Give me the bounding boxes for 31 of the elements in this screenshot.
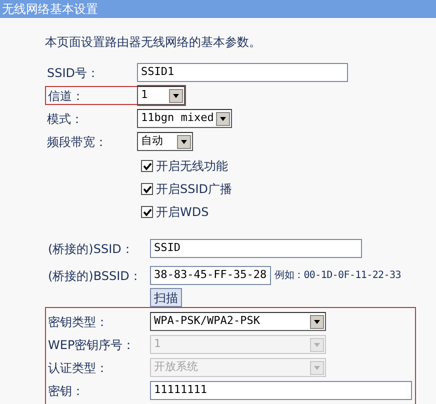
- intro-text: 本页面设置路由器无线网络的基本参数。: [45, 34, 262, 49]
- field-label: 频段带宽：: [46, 134, 108, 150]
- checkbox-label: 开启WDS: [156, 204, 209, 221]
- input-field[interactable]: SSID1: [137, 63, 348, 82]
- checkmark-icon: [142, 162, 152, 170]
- checkbox[interactable]: [141, 206, 153, 218]
- field-label: SSID号：: [46, 64, 100, 82]
- checkmark-icon: [142, 208, 152, 216]
- field-label: 信道：: [45, 86, 137, 105]
- field-label: 密钥类型：: [47, 314, 109, 330]
- checkmark-icon: [142, 184, 152, 194]
- dropdown-select[interactable]: WPA-PSK/WPA2-PSK: [150, 312, 326, 331]
- checkbox[interactable]: [141, 160, 153, 172]
- field-label: (桥接的)BSSID：: [47, 268, 142, 284]
- input-field[interactable]: SSID: [150, 239, 362, 258]
- field-label: 模式：: [46, 110, 84, 128]
- checkbox-label: 开启SSID广播: [156, 181, 232, 198]
- input-field[interactable]: 11111111: [150, 381, 412, 400]
- checkbox-label: 开启无线功能: [156, 158, 228, 175]
- dropdown-select[interactable]: 自动: [137, 132, 193, 151]
- window-title: 无线网络基本设置: [2, 3, 98, 15]
- example-hint: 例如：00-1D-0F-11-22-33: [274, 269, 401, 283]
- field-label: 认证类型：: [47, 360, 109, 376]
- field-label: (桥接的)SSID：: [47, 240, 134, 258]
- checkbox[interactable]: [141, 183, 153, 195]
- scan-button[interactable]: 扫描: [150, 288, 182, 307]
- dropdown-select[interactable]: 11bgn mixed: [137, 109, 232, 128]
- input-field[interactable]: 38-83-45-FF-35-28: [150, 266, 271, 285]
- field-label: WEP密钥序号：: [47, 336, 136, 354]
- dropdown-select[interactable]: 1: [137, 86, 185, 105]
- field-label: 密钥：: [47, 382, 85, 400]
